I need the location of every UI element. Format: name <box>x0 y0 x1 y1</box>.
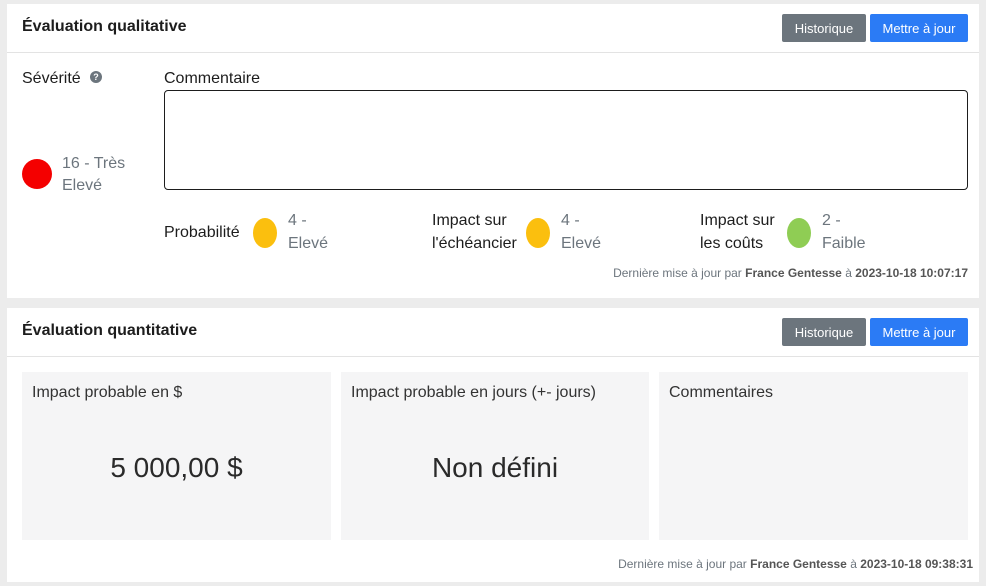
cost-impact-indicator-dot <box>787 218 811 248</box>
qualitative-update-button[interactable]: Mettre à jour <box>870 14 968 42</box>
schedule-impact-value: 4 - Elevé <box>561 209 601 255</box>
severity-value: 16 - Très Elevé <box>62 153 142 197</box>
quantitative-title: Évaluation quantitative <box>22 322 198 339</box>
schedule-impact-indicator-dot <box>526 218 550 248</box>
impact-days-card: Impact probable en jours (+- jours) Non … <box>341 372 649 540</box>
comment-label: Commentaire <box>164 70 261 87</box>
cost-impact-value-line2: Faible <box>822 235 866 252</box>
impact-days-value: Non défini <box>431 452 559 483</box>
cost-impact-label-line1: Impact sur <box>700 212 775 229</box>
schedule-impact-label-line1: Impact sur <box>432 212 507 229</box>
qualitative-assessment-panel: Évaluation qualitative Historique Mettre… <box>7 4 979 298</box>
impact-days-title: Impact probable en jours (+- jours) <box>351 384 596 401</box>
schedule-impact-label: Impact sur l'échéancier <box>432 209 517 255</box>
cost-impact-label-line2: les coûts <box>700 235 764 252</box>
quantitative-update-button[interactable]: Mettre à jour <box>870 318 968 346</box>
qualitative-title: Évaluation qualitative <box>22 18 187 35</box>
schedule-impact-label-line2: l'échéancier <box>432 235 517 252</box>
qualitative-history-button[interactable]: Historique <box>782 14 866 42</box>
severity-indicator-dot <box>22 159 52 189</box>
schedule-impact-value-line2: Elevé <box>561 235 602 252</box>
schedule-impact-value-line1: 4 - <box>561 212 580 229</box>
qualitative-footer-user: France Gentesse <box>745 266 842 280</box>
qualitative-footer-date: 2023-10-18 10:07:17 <box>855 266 968 280</box>
cost-impact-label: Impact sur les coûts <box>700 209 775 255</box>
qualitative-footer-at: à <box>845 266 852 280</box>
qualitative-last-updated: Dernière mise à jour par France Gentesse… <box>613 266 968 280</box>
quantitative-footer-user: France Gentesse <box>750 557 847 571</box>
comments-card-title: Commentaires <box>669 384 774 401</box>
severity-label: Sévérité <box>22 70 81 87</box>
cost-impact-value: 2 - Faible <box>822 209 866 255</box>
severity-value-line2: Elevé <box>62 177 103 194</box>
quantitative-last-updated: Dernière mise à jour par France Gentesse… <box>618 557 973 571</box>
probability-value: 4 - Elevé <box>288 209 328 255</box>
probability-indicator-dot <box>253 218 277 248</box>
severity-value-line1: 16 - Très <box>62 155 126 172</box>
probability-value-line2: Elevé <box>288 235 329 252</box>
quantitative-footer-date: 2023-10-18 09:38:31 <box>860 557 973 571</box>
qualitative-panel-header: Évaluation qualitative Historique Mettre… <box>7 4 979 53</box>
probability-value-line1: 4 - <box>288 212 307 229</box>
impact-dollars-title: Impact probable en $ <box>32 384 183 401</box>
question-circle-icon[interactable]: ? <box>90 71 102 83</box>
quantitative-panel-header: Évaluation quantitative Historique Mettr… <box>7 308 979 357</box>
quantitative-footer-at: à <box>850 557 857 571</box>
comment-textarea[interactable] <box>164 90 968 190</box>
quantitative-footer-prefix: Dernière mise à jour par <box>618 557 747 571</box>
probability-label: Probabilité <box>164 224 240 241</box>
comments-card: Commentaires <box>659 372 968 540</box>
impact-dollars-card: Impact probable en $ 5 000,00 $ <box>22 372 331 540</box>
cost-impact-value-line1: 2 - <box>822 212 841 229</box>
impact-dollars-value: 5 000,00 $ <box>110 452 243 483</box>
qualitative-footer-prefix: Dernière mise à jour par <box>613 266 742 280</box>
quantitative-history-button[interactable]: Historique <box>782 318 866 346</box>
quantitative-assessment-panel: Évaluation quantitative Historique Mettr… <box>7 308 979 582</box>
